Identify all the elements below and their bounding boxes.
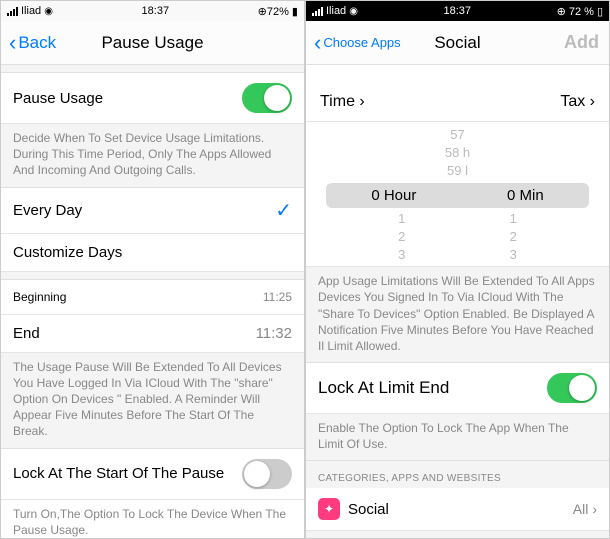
every-day-row[interactable]: Every Day ✓ (1, 188, 304, 234)
battery-pct: ⊕ 72 % (557, 5, 594, 18)
phone-left: Iliad ◉ 18:37 ⊕72% ▮ ‹ Back Pause Usage … (0, 0, 305, 539)
status-bar: Iliad ◉ 18:37 ⊕72% ▮ (1, 1, 304, 21)
nav-bar: ‹ Back Pause Usage (1, 21, 304, 65)
picker-selected: 0 Hour 0 Min (326, 183, 589, 208)
limit-desc: App Usage Limitations Will Be Extended T… (306, 267, 609, 363)
lock-limit-toggle[interactable] (547, 373, 597, 403)
time-picker[interactable]: 57 58 h 59 l 0 Hour 0 Min 1 2 3 1 2 3 (306, 122, 609, 267)
section-header: CATEGORIES, APPS AND WEBSITES (306, 461, 609, 488)
status-time: 18:37 (142, 5, 170, 17)
pause-usage-toggle[interactable] (242, 83, 292, 113)
segment-header: Time › Tax › (306, 83, 609, 122)
status-time: 18:37 (443, 5, 471, 17)
pause-usage-row: Pause Usage (1, 73, 304, 124)
back-button[interactable]: ‹ Back (9, 30, 56, 56)
signal-icon (7, 7, 18, 16)
phone-right: Iliad ◉ 18:37 ⊕ 72 % ▯ ‹ Choose Apps Soc… (305, 0, 610, 539)
social-icon: ✦ (318, 498, 340, 520)
lock-start-desc: Turn On,The Option To Lock The Device Wh… (1, 500, 304, 539)
end-row[interactable]: End 11:32 (1, 315, 304, 353)
chevron-left-icon: ‹ (9, 30, 16, 56)
status-bar: Iliad ◉ 18:37 ⊕ 72 % ▯ (306, 1, 609, 21)
carrier: Iliad (326, 5, 346, 17)
add-button[interactable]: Add (564, 32, 599, 53)
share-desc: The Usage Pause Will Be Extended To All … (1, 353, 304, 449)
lock-limit-desc: Enable The Option To Lock The App When T… (306, 414, 609, 461)
lock-limit-label: Lock At Limit End (318, 378, 449, 398)
category-social-row[interactable]: ✦ Social All › (306, 488, 609, 531)
lock-start-row: Lock At The Start Of The Pause (1, 449, 304, 500)
check-icon: ✓ (275, 198, 292, 223)
chevron-right-icon: › (592, 501, 597, 517)
battery-icon: ▮ (292, 5, 298, 18)
nav-bar: ‹ Choose Apps Social Add (306, 21, 609, 65)
seg-tax[interactable]: Tax › (560, 93, 595, 111)
lock-start-toggle[interactable] (242, 459, 292, 489)
lock-limit-row: Lock At Limit End (306, 363, 609, 414)
wifi-icon: ◉ (44, 6, 53, 17)
pause-usage-label: Pause Usage (13, 90, 103, 107)
lock-start-label: Lock At The Start Of The Pause (13, 465, 224, 482)
customize-days-row[interactable]: Customize Days (1, 234, 304, 272)
battery-pct: ⊕72% (258, 5, 289, 18)
chevron-left-icon: ‹ (314, 30, 321, 56)
signal-icon (312, 7, 323, 16)
wifi-icon: ◉ (349, 6, 358, 17)
pause-usage-desc: Decide When To Set Device Usage Limitati… (1, 124, 304, 188)
battery-icon: ▯ (597, 5, 603, 18)
seg-time[interactable]: Time › (320, 93, 365, 111)
carrier: Iliad (21, 5, 41, 17)
back-button[interactable]: ‹ Choose Apps (314, 30, 401, 56)
beginning-row[interactable]: Beginning 11:25 (1, 280, 304, 315)
